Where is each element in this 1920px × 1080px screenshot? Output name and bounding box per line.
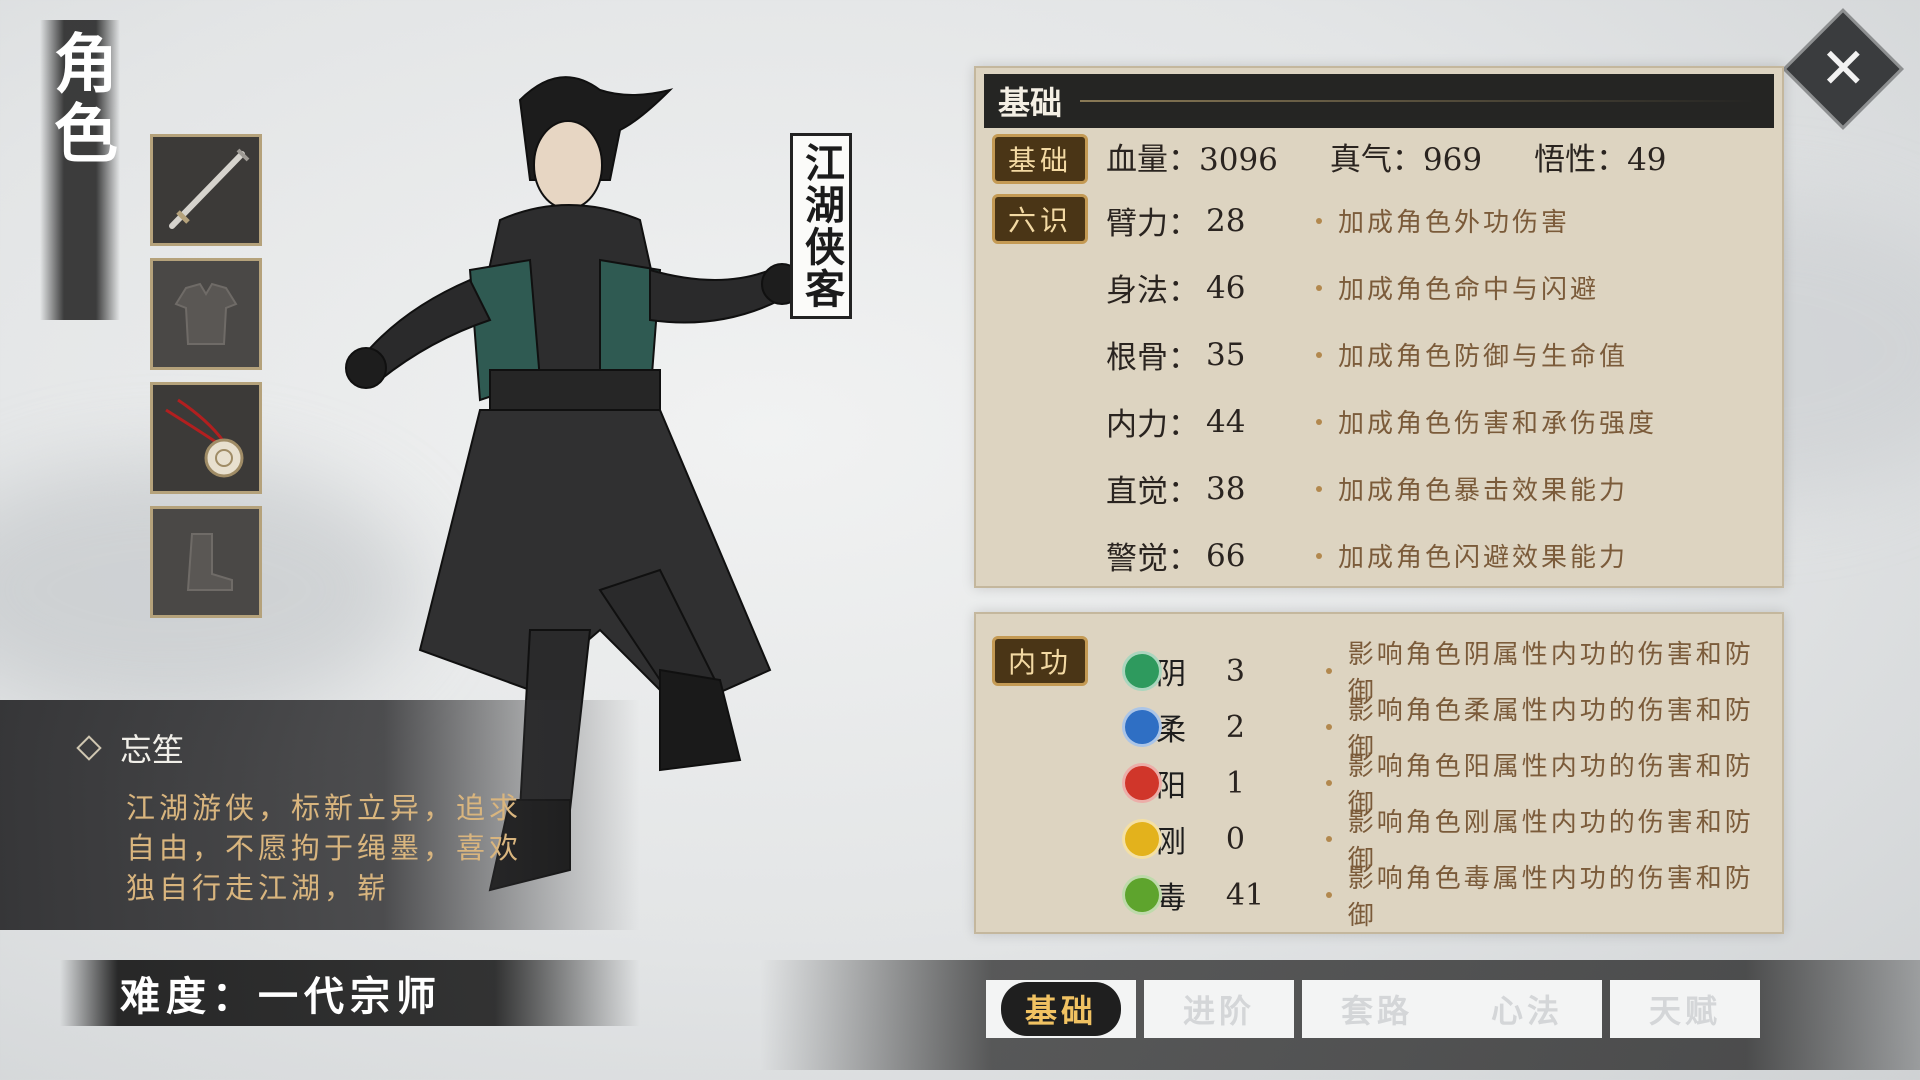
attribute-name: 身法： (1106, 273, 1199, 309)
element-name: 柔 (1155, 713, 1186, 748)
tab-bar: 基础 进阶 套路 心法 天赋 (986, 980, 1760, 1038)
attribute-value: 35 (1206, 336, 1246, 373)
sword-icon (169, 148, 250, 229)
attribute-name: 内力： (1106, 407, 1199, 443)
six-senses-badge: 六识 (992, 194, 1088, 244)
element-name: 毒 (1155, 881, 1186, 916)
attribute-row: 根骨： 35 加成角色防御与生命值 (1106, 332, 1628, 377)
character-bio: 江湖游侠，标新立异，追求自由，不愿拘于绳墨，喜欢独自行走江湖，崭 (126, 791, 523, 905)
yang-icon (1122, 763, 1162, 803)
attribute-name: 直觉： (1106, 474, 1199, 510)
element-value: 41 (1225, 877, 1265, 913)
rou-icon (1122, 707, 1162, 747)
qi-stat: 真气：969 (1329, 141, 1483, 178)
boots-slot[interactable] (150, 506, 262, 618)
attribute-description: 加成角色伤害和承伤强度 (1316, 403, 1657, 440)
attribute-description: 加成角色防御与生命值 (1316, 336, 1628, 373)
robe-icon (174, 282, 238, 345)
boots-icon (186, 533, 233, 591)
inner-power-badge: 内功 (992, 636, 1088, 686)
tab-mind[interactable]: 心法 (1491, 986, 1563, 1032)
attribute-description: 加成角色外功伤害 (1316, 202, 1570, 239)
armor-slot[interactable] (150, 258, 262, 370)
attribute-value: 46 (1206, 269, 1246, 306)
close-button[interactable]: ✕ (1782, 8, 1904, 130)
character-name-row: 忘笙 (76, 725, 185, 771)
difficulty-label: 难度：一代宗师 (60, 960, 640, 1026)
core-stats-row: 血量：3096 真气：969 悟性：49 (1106, 126, 1667, 186)
tab-moves[interactable]: 套路 (1341, 986, 1413, 1032)
gang-icon (1122, 819, 1162, 859)
wisdom-stat: 悟性：49 (1534, 141, 1667, 178)
attribute-row: 臂力： 28 加成角色外功伤害 (1106, 198, 1570, 243)
attribute-value: 28 (1206, 202, 1246, 239)
diamond-icon (76, 735, 102, 761)
element-row: 毒 41 影响角色毒属性内功的伤害和防御 (1122, 858, 1782, 932)
equipment-slots (150, 134, 264, 630)
element-name: 阳 (1155, 769, 1186, 804)
character-nickname: 江湖侠客 (790, 133, 852, 319)
character-bio-panel: 忘笙 江湖游侠，标新立异，追求自由，不愿拘于绳墨，喜欢独自行走江湖，崭 (0, 700, 640, 930)
character-name: 忘笙 (120, 731, 185, 769)
attribute-row: 内力： 44 加成角色伤害和承伤强度 (1106, 399, 1657, 444)
tab-advanced[interactable]: 进阶 (1144, 980, 1294, 1038)
poison-icon (1122, 875, 1162, 915)
tab-basic[interactable]: 基础 (986, 980, 1136, 1038)
element-value: 1 (1225, 765, 1245, 801)
amulet-icon (165, 398, 244, 478)
attribute-name: 警觉： (1106, 541, 1199, 577)
attribute-row: 直觉： 38 加成角色暴击效果能力 (1106, 466, 1628, 511)
element-value: 0 (1225, 821, 1245, 857)
attribute-name: 根骨： (1106, 340, 1199, 376)
tab-basic-label: 基础 (1000, 982, 1121, 1036)
element-name: 阴 (1155, 657, 1186, 692)
element-value: 2 (1225, 709, 1245, 745)
panel-header: 基础 (984, 74, 1774, 128)
basic-attributes-panel: 基础 基础 六识 血量：3096 真气：969 悟性：49 臂力： 28 加成角… (974, 66, 1784, 588)
hp-stat: 血量：3096 (1106, 141, 1278, 178)
attribute-description: 加成角色闪避效果能力 (1316, 537, 1628, 574)
attribute-description: 加成角色命中与闪避 (1316, 269, 1599, 306)
element-value: 3 (1225, 653, 1245, 689)
page-title: 角色 (40, 20, 120, 320)
attribute-value: 38 (1206, 470, 1246, 507)
close-icon: ✕ (1819, 35, 1867, 101)
accessory-slot[interactable] (150, 382, 262, 494)
element-description: 影响角色毒属性内功的伤害和防御 (1325, 858, 1782, 932)
basic-badge: 基础 (992, 134, 1088, 184)
tab-talent[interactable]: 天赋 (1610, 980, 1760, 1038)
weapon-slot[interactable] (150, 134, 262, 246)
attribute-row: 警觉： 66 加成角色闪避效果能力 (1106, 533, 1628, 578)
attribute-description: 加成角色暴击效果能力 (1316, 470, 1628, 507)
attribute-row: 身法： 46 加成角色命中与闪避 (1106, 265, 1599, 310)
header-divider (1080, 100, 1754, 102)
element-name: 刚 (1155, 825, 1186, 860)
attribute-value: 66 (1206, 537, 1246, 574)
yin-icon (1122, 651, 1162, 691)
attribute-value: 44 (1206, 403, 1246, 440)
panel-header-title: 基础 (998, 84, 1063, 122)
tab-group-moves-mind: 套路 心法 (1302, 980, 1602, 1038)
attribute-name: 臂力： (1106, 206, 1199, 242)
inner-power-panel: 内功 阴 3 影响角色阴属性内功的伤害和防御 柔 2 影响角色柔属性内功的伤害和… (974, 612, 1784, 934)
